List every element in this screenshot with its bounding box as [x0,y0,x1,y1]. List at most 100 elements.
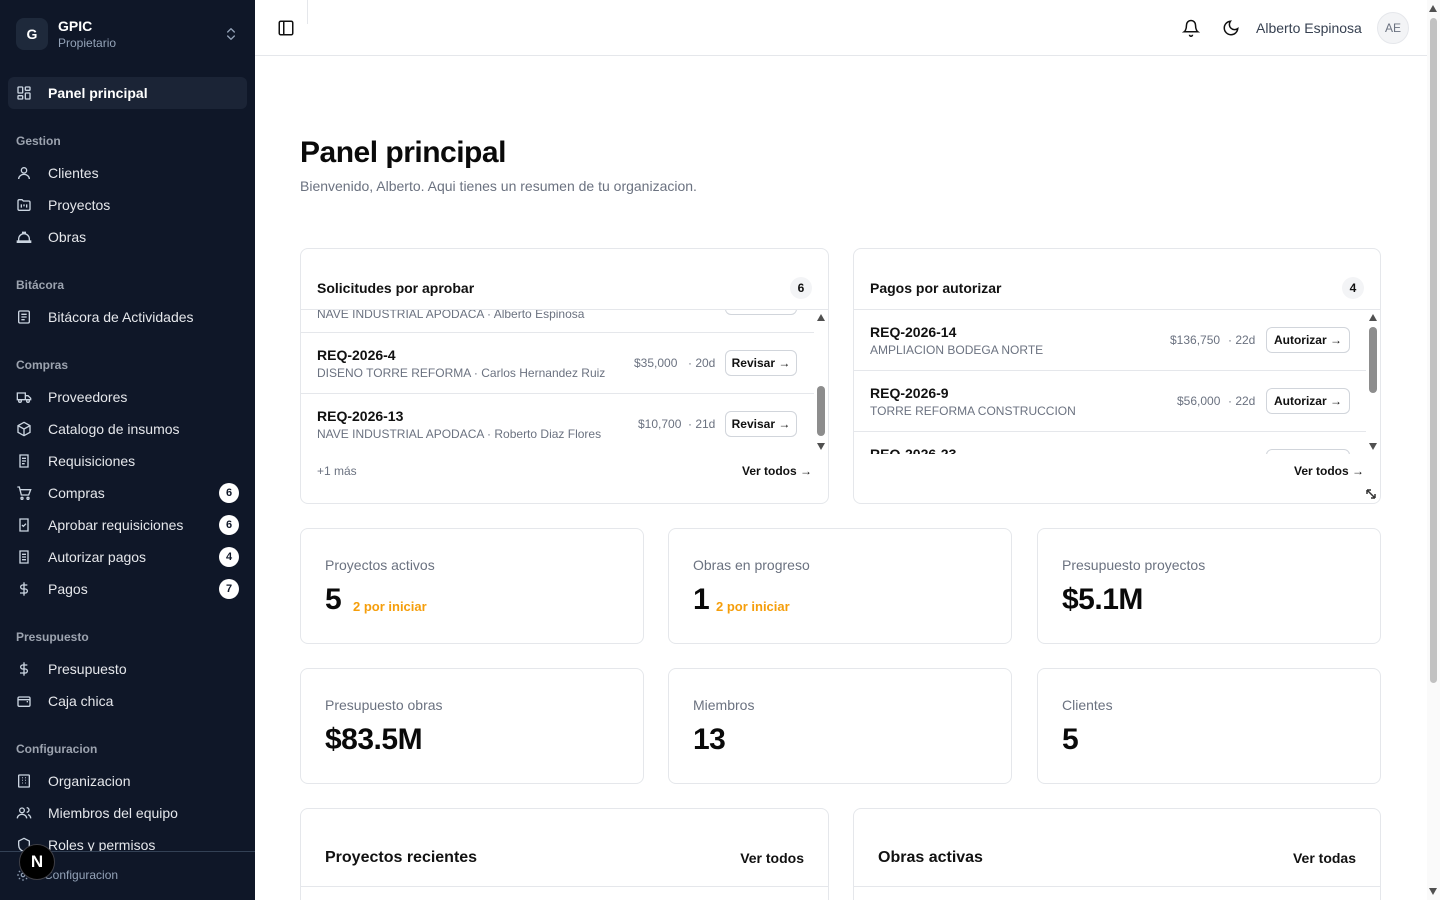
users-icon [16,807,32,819]
list-scrollbar[interactable] [1366,310,1380,454]
stat-obras-progreso[interactable]: Obras en progreso 1 2 por iniciar [668,528,1012,644]
count-badge: 7 [219,579,239,599]
authorize-button[interactable]: Autorizar → [1266,388,1350,414]
see-all-link[interactable]: Ver todas [1293,850,1356,866]
section-title: Proyectos recientes [325,849,478,866]
list-item[interactable]: REQ-2026-14 AMPLIACION BODEGA NORTE $136… [854,310,1366,371]
card-title: Solicitudes por aprobar [317,280,475,296]
review-button[interactable] [725,310,797,315]
sidebar-item-clientes[interactable]: Clientes [8,157,247,189]
sidebar-item-catalogo-insumos[interactable]: Catalogo de insumos [8,413,247,445]
see-all-link[interactable]: Ver todos → [1294,464,1364,478]
stat-label: Obras en progreso [693,557,810,573]
sidebar-item-caja-chica[interactable]: Caja chica [8,685,247,717]
sidebar: G GPIC Propietario Panel principal Gesti… [0,0,255,900]
hard-hat-icon [16,231,32,243]
stat-presupuesto-obras[interactable]: Presupuesto obras $83.5M [300,668,644,784]
sidebar-item-miembros-equipo[interactable]: Miembros del equipo [8,797,247,829]
sidebar-item-aprobar-requisiciones[interactable]: Aprobar requisiciones 6 [8,509,247,541]
row-desc: NAVE INDUSTRIAL APODACA · Alberto Espino… [317,310,585,321]
truck-icon [16,392,32,403]
sidebar-item-label: Proyectos [48,197,111,213]
stat-clientes[interactable]: Clientes 5 [1037,668,1381,784]
sidebar-item-label: Presupuesto [48,661,127,677]
row-code: REQ-2026-13 [317,408,404,424]
list-item: NAVE INDUSTRIAL APODACA · Alberto Espino… [301,310,814,333]
review-button[interactable]: Revisar → [725,411,797,437]
folder-kanban-icon [17,199,31,211]
list-item[interactable]: REQ-2026-9 TORRE REFORMA CONSTRUCCION $5… [854,371,1366,432]
stat-miembros[interactable]: Miembros 13 [668,668,1012,784]
sidebar-item-obras[interactable]: Obras [8,221,247,253]
sidebar-item-label: Compras [48,485,105,501]
chevrons-updown-icon [227,28,235,40]
stat-value: $5.1M [1062,583,1143,616]
group-configuracion: Configuracion [16,742,98,756]
sidebar-item-label: Aprobar requisiciones [48,517,184,533]
scroll-up-arrow[interactable] [1429,5,1437,12]
solicitudes-card: Solicitudes por aprobar 6 NAVE INDUSTRIA… [300,248,829,504]
sidebar-item-label: Miembros del equipo [48,805,178,821]
scroll-thumb[interactable] [817,386,825,436]
page-title: Panel principal [300,136,506,169]
count-badge: 4 [1342,277,1364,299]
group-compras: Compras [16,358,69,372]
stat-label: Presupuesto proyectos [1062,557,1206,573]
user-name[interactable]: Alberto Espinosa [1256,20,1362,36]
scroll-thumb[interactable] [1430,18,1437,683]
sidebar-item-panel-principal[interactable]: Panel principal [8,77,247,109]
sidebar-item-label: Requisiciones [48,453,136,469]
sidebar-toggle-icon[interactable] [277,19,295,37]
org-switcher[interactable]: G GPIC Propietario [16,14,239,54]
see-all-link[interactable]: Ver todos → [742,464,812,478]
list-item[interactable]: REQ-2026-13 NAVE INDUSTRIAL APODACA · Ro… [301,394,814,454]
see-all-link[interactable]: Ver todos [740,850,804,866]
sidebar-item-proveedores[interactable]: Proveedores [8,381,247,413]
stat-extra: 2 por iniciar [353,599,427,614]
topbar: Alberto Espinosa AE [255,0,1427,56]
sidebar-item-proyectos[interactable]: Proyectos [8,189,247,221]
sidebar-item-label: Panel principal [48,85,148,101]
row-amount: $35,000 [634,356,678,370]
stat-value: $83.5M [325,723,423,756]
sidebar-item-label: Clientes [48,165,99,181]
row-desc: TORRE REFORMA CONSTRUCCION [870,404,1076,418]
scroll-down-arrow[interactable] [1429,888,1437,895]
sidebar-item-organizacion[interactable]: Organizacion [8,765,247,797]
bell-icon[interactable] [1182,19,1200,37]
more-count: +1 más [317,464,357,478]
avatar[interactable]: AE [1377,12,1409,44]
sidebar-item-pagos[interactable]: Pagos 7 [8,573,247,605]
list-item[interactable]: REQ-2026-23 [854,432,1366,454]
sidebar-item-label: Pagos [48,581,88,597]
sidebar-item-compras[interactable]: Compras 6 [8,477,247,509]
resize-icon[interactable] [1365,488,1377,500]
row-amount: $56,000 [1177,394,1221,408]
clipboard-list-icon [19,454,29,468]
sidebar-item-label: Proveedores [48,389,128,405]
sidebar-item-presupuesto[interactable]: Presupuesto [8,653,247,685]
count-badge: 4 [219,547,239,567]
sidebar-item-bitacora-actividades[interactable]: Bitácora de Actividades [8,301,247,333]
sidebar-item-label: Caja chica [48,693,114,709]
list-scrollbar[interactable] [814,310,828,454]
moon-icon[interactable] [1222,19,1240,37]
sidebar-item-requisiciones[interactable]: Requisiciones [8,445,247,477]
list-item[interactable]: REQ-2026-4 DISENO TORRE REFORMA · Carlos… [301,333,814,394]
group-presupuesto: Presupuesto [16,630,89,644]
dev-tools-badge[interactable]: N [19,844,55,880]
sidebar-item-autorizar-pagos[interactable]: Autorizar pagos 4 [8,541,247,573]
row-desc: NAVE INDUSTRIAL APODACA · Roberto Diaz F… [317,427,602,441]
review-button[interactable]: Revisar → [725,350,797,376]
row-days: · 22d [1228,333,1256,347]
sidebar-item-label: Autorizar pagos [48,549,147,565]
authorize-button[interactable]: Autorizar → [1266,327,1350,353]
page-scrollbar[interactable] [1427,0,1440,900]
package-icon [17,421,31,437]
scroll-thumb[interactable] [1369,327,1377,393]
building-icon [18,774,30,788]
stat-presupuesto-proyectos[interactable]: Presupuesto proyectos $5.1M [1037,528,1381,644]
stat-label: Miembros [693,697,755,713]
stat-proyectos-activos[interactable]: Proyectos activos 5 2 por iniciar [300,528,644,644]
authorize-button[interactable] [1266,449,1350,454]
